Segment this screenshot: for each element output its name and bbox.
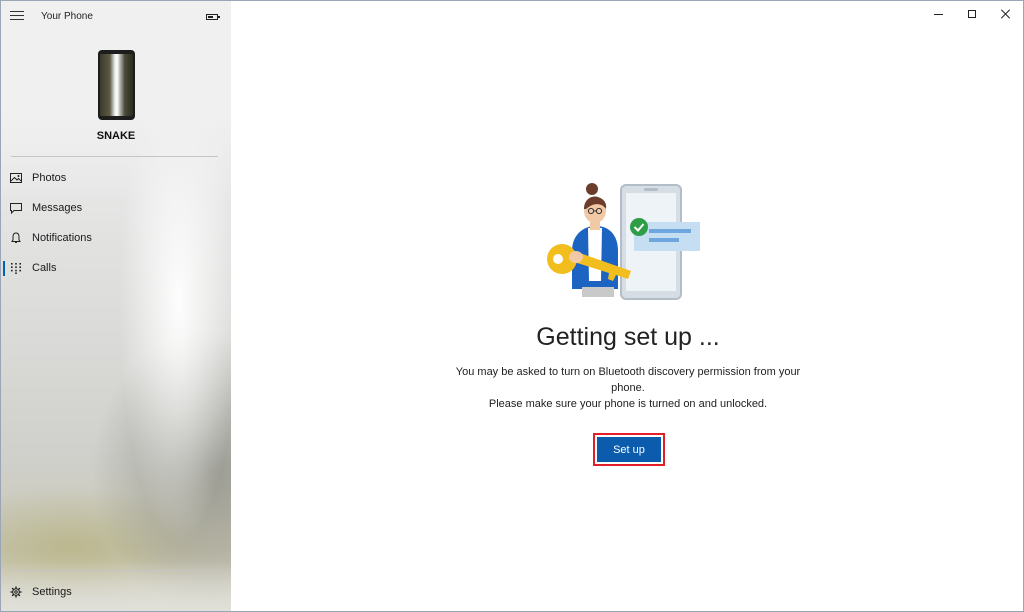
photos-icon (10, 173, 22, 183)
phone-wallpaper-thumbnail (98, 50, 135, 120)
sidebar-item-label: Messages (32, 202, 83, 214)
setup-illustration (547, 183, 700, 300)
hamburger-menu-icon[interactable] (10, 11, 24, 23)
close-button[interactable] (989, 3, 1023, 25)
sidebar-divider (11, 156, 218, 157)
sidebar-item-notifications[interactable]: Notifications (1, 225, 231, 251)
close-icon (1001, 9, 1011, 19)
active-indicator (3, 261, 5, 276)
settings-label: Settings (32, 586, 72, 598)
setup-button[interactable]: Set up (597, 437, 661, 462)
sidebar-item-photos[interactable]: Photos (1, 165, 231, 191)
description-line: You may be asked to turn on Bluetooth di… (455, 366, 801, 394)
minimize-icon (933, 13, 943, 15)
bell-icon (11, 232, 21, 243)
sidebar-item-label: Notifications (32, 232, 92, 244)
sidebar-item-settings[interactable]: Settings (1, 579, 231, 605)
sidebar-item-messages[interactable]: Messages (1, 195, 231, 221)
app-window: Your Phone SNAKE Photos Messages Notific… (0, 0, 1024, 612)
device-name: SNAKE (96, 130, 136, 142)
app-title: Your Phone (41, 11, 93, 22)
sidebar-item-label: Calls (32, 262, 57, 274)
sidebar-item-calls[interactable]: Calls (1, 255, 231, 281)
maximize-button[interactable] (955, 3, 989, 25)
sidebar: Your Phone SNAKE Photos Messages Notific… (1, 1, 231, 611)
setup-description: You may be asked to turn on Bluetooth di… (441, 364, 815, 412)
sidebar-bottom-divider (11, 570, 218, 571)
maximize-icon (968, 10, 976, 18)
page-title: Getting set up ... (536, 323, 720, 351)
battery-icon (206, 14, 220, 20)
dialpad-icon (11, 263, 21, 274)
description-line: Please make sure your phone is turned on… (488, 398, 768, 410)
sidebar-item-label: Photos (32, 172, 67, 184)
messages-icon (10, 203, 22, 214)
minimize-button[interactable] (921, 3, 955, 25)
gear-icon (10, 586, 22, 598)
